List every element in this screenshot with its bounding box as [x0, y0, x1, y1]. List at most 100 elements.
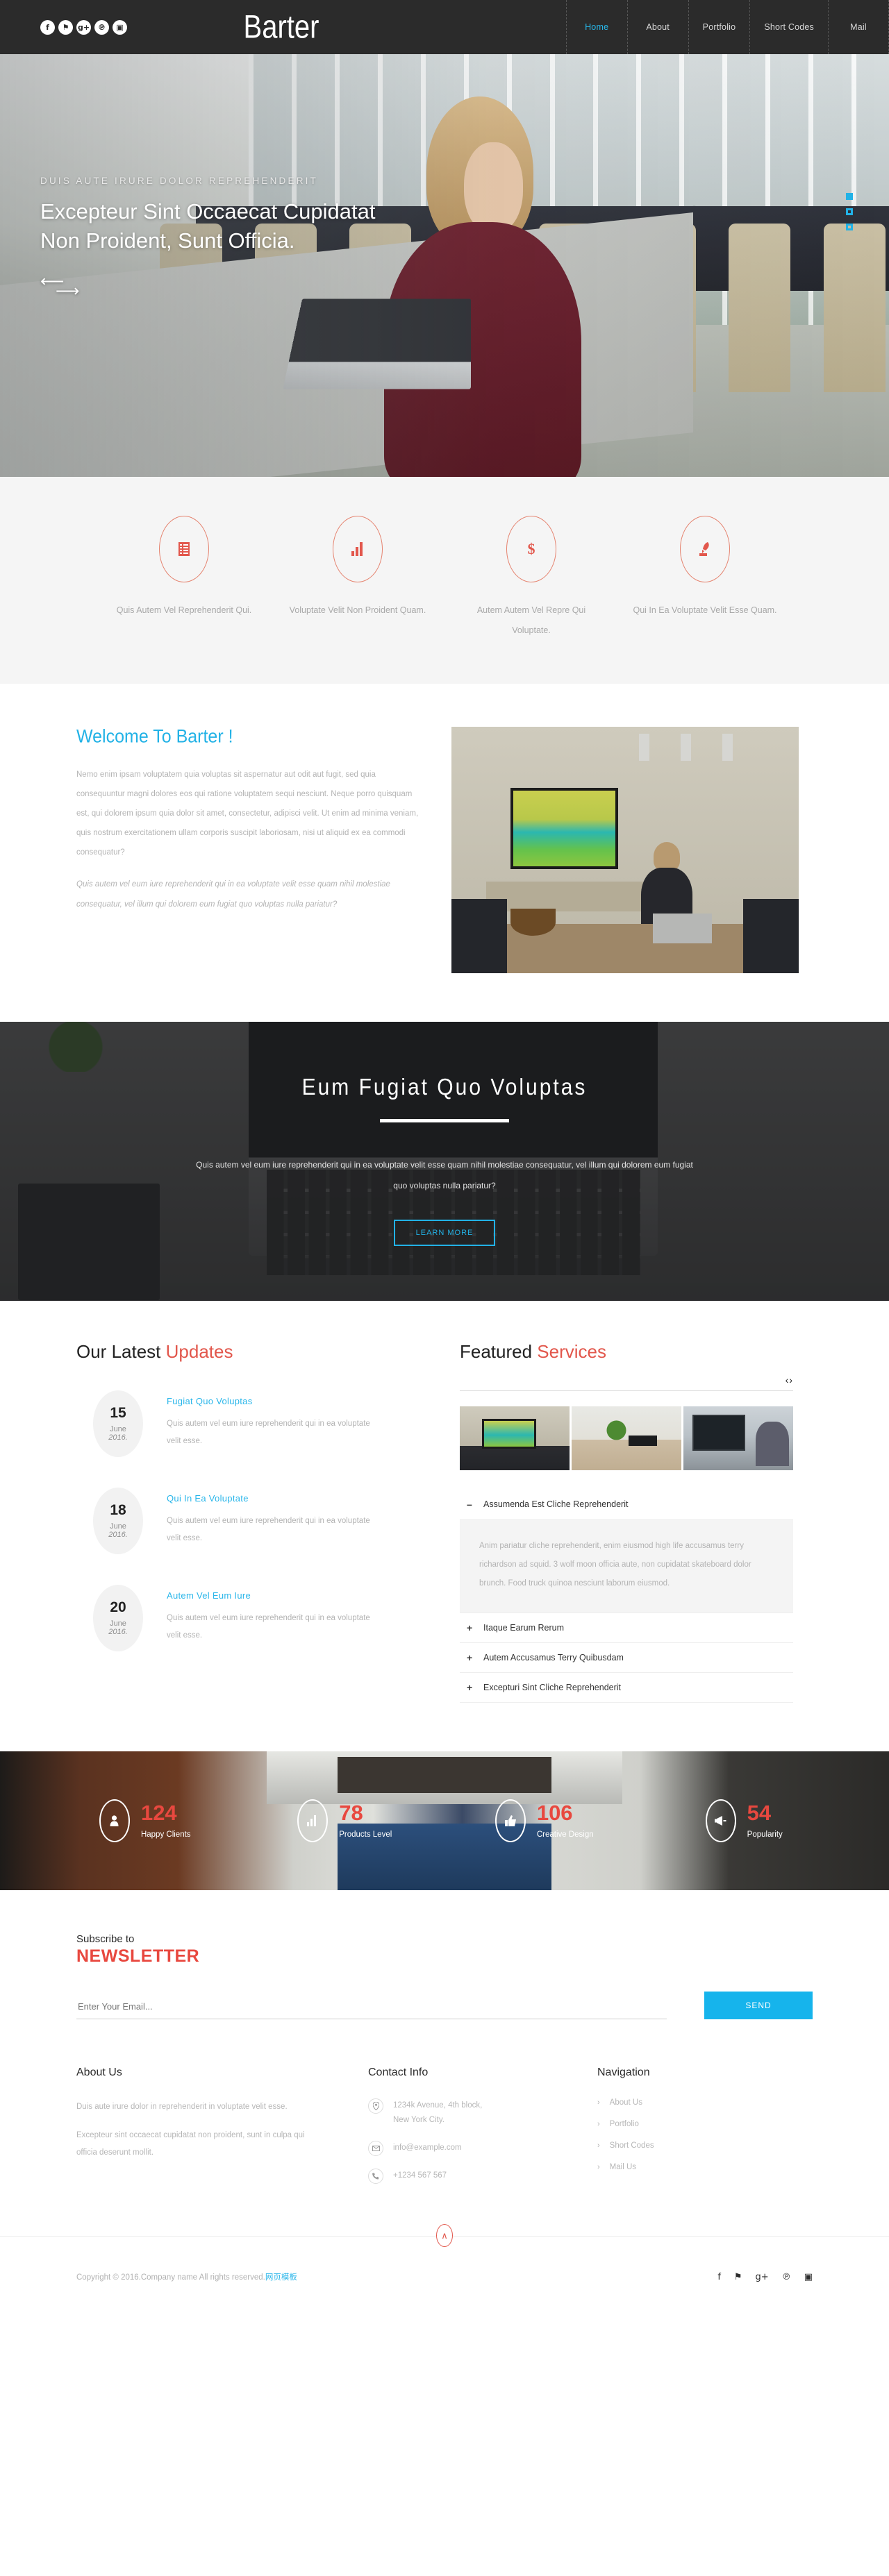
twitter-icon[interactable]: ⚑: [58, 19, 73, 35]
update-title[interactable]: Fugiat Quo Voluptas: [167, 1396, 375, 1406]
slider-dot-1[interactable]: [846, 193, 853, 200]
slider-dot-2[interactable]: [846, 208, 853, 215]
learn-more-button[interactable]: LEARN MORE: [393, 1220, 496, 1246]
footer-nav-item-mail-us[interactable]: › Mail Us: [597, 2163, 806, 2171]
bar-chart-icon: [297, 1799, 329, 1842]
footer-columns: About Us Duis aute irure dolor in repreh…: [76, 2026, 813, 2225]
updates-and-services-section: Our Latest Updates 15 June 2016. Fugiat …: [76, 1301, 813, 1751]
instagram-icon[interactable]: ▣: [804, 2272, 813, 2282]
nav-item-home[interactable]: Home: [565, 0, 627, 54]
featured-heading: Featured Services: [460, 1340, 606, 1362]
counter-label: Happy Clients: [140, 1830, 191, 1840]
user-icon: [99, 1799, 130, 1842]
update-item[interactable]: 15 June 2016. Fugiat Quo Voluptas Quis a…: [76, 1390, 424, 1457]
featured-thumb-3[interactable]: [683, 1406, 793, 1470]
counter-value: 106: [536, 1801, 573, 1826]
carousel-next-icon[interactable]: ›: [789, 1374, 793, 1386]
accordion-body: Anim pariatur cliche reprehenderit, enim…: [460, 1518, 793, 1613]
update-month: June: [110, 1424, 126, 1433]
footer-nav-label: Mail Us: [609, 2162, 637, 2171]
update-title[interactable]: Qui In Ea Voluptate: [167, 1493, 375, 1504]
footer-about-p2: Excepteur sint occaecat cupidatat non pr…: [76, 2130, 305, 2157]
facebook-icon[interactable]: f: [717, 2272, 721, 2282]
bar-chart-icon: [333, 516, 383, 582]
footer-about-p1: Duis aute irure dolor in reprehenderit i…: [76, 2102, 288, 2111]
newsletter-email-input[interactable]: [76, 1994, 667, 2019]
accordion-item: – Assumenda Est Cliche Reprehenderit Ani…: [460, 1490, 793, 1613]
update-item[interactable]: 20 June 2016. Autem Vel Eum Iure Quis au…: [76, 1584, 424, 1651]
counter-label: Products Level: [339, 1830, 392, 1840]
footer-social-list: f ⚑ g+ ℗ ▣: [717, 2272, 813, 2282]
contact-address-text: 1234k Avenue, 4th block, New York City.: [393, 2101, 483, 2125]
envelope-icon: [368, 2141, 383, 2157]
main-navigation: Home About Portfolio Short Codes Mail: [565, 0, 889, 54]
copyright-bar: Copyright © 2016.Company name All rights…: [76, 2248, 813, 2310]
accordion-header[interactable]: + Itaque Earum Rerum: [460, 1613, 793, 1642]
accordion-header[interactable]: + Excepturi Sint Cliche Reprehenderit: [460, 1673, 793, 1702]
newsletter-subtitle: Subscribe to: [76, 1933, 135, 1945]
page-root: f ⚑ g+ ℗ ▣ Barter Home About Portfolio S…: [0, 0, 889, 2310]
instagram-icon[interactable]: ▣: [113, 19, 127, 35]
slider-next-arrow-icon[interactable]: ⟶: [56, 283, 79, 300]
hero-kicker: DUIS AUTE IRURE DOLOR REPREHENDERIT: [40, 176, 319, 186]
contact-email-text[interactable]: info@example.com: [393, 2141, 462, 2156]
hero-slider-arrows: ⟵ ⟶: [40, 273, 82, 301]
update-month: June: [110, 1619, 126, 1628]
update-date-badge: 20 June 2016.: [93, 1584, 143, 1651]
service-item[interactable]: Qui In Ea Voluptate Velit Esse Quam.: [618, 516, 792, 641]
accordion-item: + Excepturi Sint Cliche Reprehenderit: [460, 1673, 793, 1703]
service-item-label: Autem Autem Vel Repre Qui Voluptate.: [476, 605, 586, 635]
googleplus-icon[interactable]: g+: [76, 19, 91, 35]
update-date-badge: 15 June 2016.: [93, 1390, 143, 1457]
footer-about-heading: About Us: [76, 2066, 122, 2078]
slider-dot-3[interactable]: [846, 224, 853, 230]
brand-text: Barter: [243, 8, 319, 45]
counter-value: 54: [747, 1801, 772, 1826]
update-year: 2016.: [108, 1433, 128, 1442]
plus-icon: +: [467, 1622, 473, 1633]
newsletter-title: NEWSLETTER: [76, 1946, 200, 1966]
service-item[interactable]: Voluptate Velit Non Proident Quam.: [271, 516, 444, 641]
accordion-header[interactable]: + Autem Accusamus Terry Quibusdam: [460, 1643, 793, 1672]
update-item[interactable]: 18 June 2016. Qui In Ea Voluptate Quis a…: [76, 1487, 424, 1554]
footer-navigation-column: Navigation › About Us › Portfolio › Shor…: [597, 2066, 806, 2197]
accordion-header[interactable]: – Assumenda Est Cliche Reprehenderit: [460, 1490, 793, 1519]
footer-nav-item-short-codes[interactable]: › Short Codes: [597, 2141, 806, 2150]
update-title[interactable]: Autem Vel Eum Iure: [167, 1590, 375, 1601]
updates-heading: Our Latest Updates: [76, 1340, 233, 1362]
featured-thumb-2[interactable]: [572, 1406, 681, 1470]
nav-item-short-codes[interactable]: Short Codes: [749, 0, 828, 54]
accordion-title: Excepturi Sint Cliche Reprehenderit: [483, 1682, 622, 1692]
service-item[interactable]: $ Autem Autem Vel Repre Qui Voluptate.: [444, 516, 618, 641]
chevron-right-icon: ›: [597, 2162, 600, 2171]
nav-item-portfolio[interactable]: Portfolio: [688, 0, 750, 54]
nav-item-mail[interactable]: Mail: [828, 0, 889, 54]
featured-thumb-1[interactable]: [460, 1406, 570, 1470]
copyright-label: Copyright © 2016.Company name All rights…: [76, 2273, 265, 2282]
plus-icon: +: [467, 1651, 473, 1663]
accordion-item: + Itaque Earum Rerum: [460, 1613, 793, 1643]
nav-item-about[interactable]: About: [626, 0, 688, 54]
twitter-icon[interactable]: ⚑: [734, 2272, 742, 2282]
location-pin-icon: [368, 2098, 383, 2114]
update-excerpt: Quis autem vel eum iure reprehenderit qu…: [167, 1419, 370, 1445]
copyright-text: Copyright © 2016.Company name All rights…: [76, 2271, 297, 2282]
newsletter-send-button[interactable]: SEND: [704, 1991, 813, 2019]
pinterest-icon[interactable]: ℗: [94, 19, 109, 35]
facebook-icon[interactable]: f: [40, 19, 55, 35]
footer-nav-item-about-us[interactable]: › About Us: [597, 2098, 806, 2107]
footer-nav-item-portfolio[interactable]: › Portfolio: [597, 2120, 806, 2128]
service-item-label: Qui In Ea Voluptate Velit Esse Quam.: [633, 605, 777, 615]
googleplus-icon[interactable]: g+: [756, 2272, 769, 2282]
header-social-list: f ⚑ g+ ℗ ▣: [40, 19, 127, 35]
counters-section: 124 Happy Clients 78 Products Level 106 …: [0, 1751, 889, 1890]
featured-thumbnails: [460, 1406, 793, 1470]
counter-item: 54 Popularity: [645, 1799, 845, 1842]
services-icons-section: Quis Autem Vel Reprehenderit Qui. Volupt…: [0, 477, 889, 684]
service-item[interactable]: Quis Autem Vel Reprehenderit Qui.: [97, 516, 271, 641]
scroll-to-top-button[interactable]: ∧: [436, 2224, 453, 2248]
copyright-link[interactable]: 网页模板: [265, 2273, 297, 2282]
accordion-title: Itaque Earum Rerum: [483, 1622, 565, 1633]
pinterest-icon[interactable]: ℗: [782, 2272, 791, 2282]
hero-title-line1: Excepteur Sint Occaecat Cupidatat: [40, 199, 376, 224]
